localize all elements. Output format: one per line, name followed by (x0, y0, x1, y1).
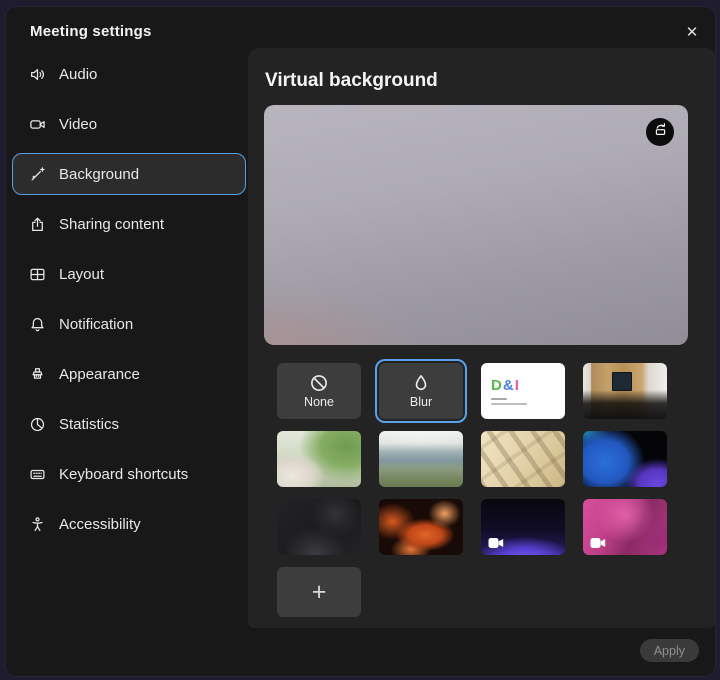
none-prohibited-icon (309, 373, 329, 393)
background-thumbnail-grid: None Blur D&I (277, 363, 667, 623)
sidebar-item-label: Keyboard shortcuts (59, 466, 188, 483)
sidebar-item-label: Appearance (59, 366, 140, 383)
sidebar-item-keyboard-shortcuts[interactable]: Keyboard shortcuts (12, 453, 246, 495)
sidebar-item-statistics[interactable]: Statistics (12, 403, 246, 445)
mirror-view-icon (653, 122, 668, 142)
dandi-caption-line (491, 398, 507, 400)
background-option-dandi-logo[interactable]: D&I (481, 363, 565, 419)
sidebar-item-appearance[interactable]: Appearance (12, 353, 246, 395)
sidebar-item-accessibility[interactable]: Accessibility (12, 503, 246, 545)
background-option-blur[interactable]: Blur (379, 363, 463, 419)
apply-button[interactable]: Apply (640, 639, 699, 662)
camera-icon (29, 116, 46, 133)
camera-preview (264, 105, 688, 345)
panel-heading: Virtual background (265, 70, 438, 92)
background-option-video-purple[interactable] (481, 499, 565, 555)
sidebar-item-label: Statistics (59, 416, 119, 433)
keyboard-icon (29, 466, 46, 483)
statistics-icon (29, 416, 46, 433)
sidebar-item-label: Layout (59, 266, 104, 283)
blur-droplet-icon (411, 373, 431, 393)
speaker-icon (29, 66, 46, 83)
office-tv-screen (612, 372, 632, 391)
virtual-background-panel: Virtual background None (248, 48, 715, 628)
sidebar-item-label: Video (59, 116, 97, 133)
share-icon (29, 216, 46, 233)
sidebar-item-notification[interactable]: Notification (12, 303, 246, 345)
background-option-lava[interactable] (379, 499, 463, 555)
sidebar-item-label: Accessibility (59, 516, 141, 533)
close-icon[interactable]: ✕ (679, 19, 705, 45)
background-option-dark-swirl[interactable] (277, 499, 361, 555)
sidebar-item-video[interactable]: Video (12, 103, 246, 145)
video-camera-badge-icon (590, 536, 606, 548)
background-option-mountains[interactable] (379, 431, 463, 487)
layout-grid-icon (29, 266, 46, 283)
bell-icon (29, 316, 46, 333)
background-option-window-light[interactable] (481, 431, 565, 487)
background-option-living-room[interactable] (277, 431, 361, 487)
background-option-none[interactable]: None (277, 363, 361, 419)
sidebar-item-audio[interactable]: Audio (12, 53, 246, 95)
sidebar-item-sharing-content[interactable]: Sharing content (12, 203, 246, 245)
tile-label: None (304, 395, 334, 409)
background-option-office[interactable] (583, 363, 667, 419)
sidebar-item-label: Notification (59, 316, 133, 333)
dialog-title: Meeting settings (30, 23, 152, 40)
sidebar-item-label: Audio (59, 66, 97, 83)
video-camera-badge-icon (488, 536, 504, 548)
background-option-video-pink[interactable] (583, 499, 667, 555)
sidebar-item-layout[interactable]: Layout (12, 253, 246, 295)
dandi-logo-text: D&I (491, 378, 520, 393)
magic-wand-icon (29, 166, 46, 183)
settings-sidebar: Audio Video Background Sharing content (12, 53, 246, 545)
sidebar-item-label: Sharing content (59, 216, 164, 233)
paintbrush-icon (29, 366, 46, 383)
background-option-abstract-blue[interactable] (583, 431, 667, 487)
mirror-view-button[interactable] (646, 118, 674, 146)
accessibility-icon (29, 516, 46, 533)
add-background-button[interactable]: + (277, 567, 361, 617)
sidebar-item-background[interactable]: Background (12, 153, 246, 195)
meeting-settings-dialog: Meeting settings ✕ Audio Video Backgroun (6, 7, 715, 676)
tile-label: Blur (410, 395, 432, 409)
dandi-caption-line (491, 403, 527, 405)
sidebar-item-label: Background (59, 166, 139, 183)
